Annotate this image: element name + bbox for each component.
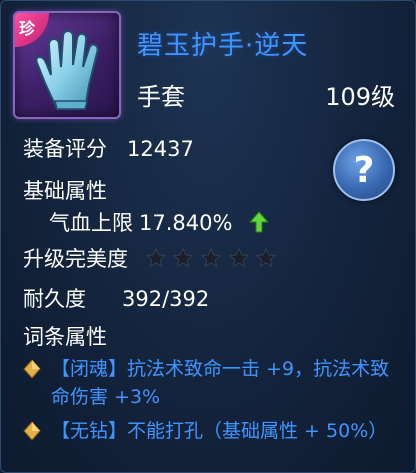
durability-row: 耐久度 392/392 (23, 283, 209, 313)
hp-row: 气血上限 17.840% (49, 207, 270, 237)
item-icon-slot[interactable]: 珍 (13, 11, 121, 119)
affix-desc: 不能打孔（基础属性 + 50%） (127, 420, 388, 442)
perfection-stars (145, 247, 277, 274)
perfection-row: 升级完美度 (23, 243, 277, 274)
glove-icon (35, 29, 99, 110)
affix-text: 【闭魂】抗法术致命一击 +9，抗法术致命伤害 +3% (23, 355, 395, 411)
score-value: 12437 (127, 137, 194, 161)
help-button[interactable]: ? (333, 139, 395, 201)
star-icon (145, 247, 166, 268)
star-icon (256, 247, 277, 268)
base-attr-label: 基础属性 (23, 179, 107, 203)
affix-tag: 【闭魂】 (51, 358, 128, 380)
affix-title-label: 词条属性 (23, 325, 107, 349)
diamond-icon (23, 421, 41, 441)
item-name: 碧玉护手·逆天 (137, 31, 309, 61)
durability-value: 392/392 (122, 287, 210, 311)
up-arrow-icon (249, 211, 270, 233)
affix-item: 【闭魂】抗法术致命一击 +9，抗法术致命伤害 +3% (23, 355, 395, 411)
score-label: 装备评分 (23, 137, 107, 161)
durability-label: 耐久度 (23, 287, 86, 311)
item-type: 手套 (137, 83, 185, 111)
item-level: 109级 (325, 83, 395, 111)
diamond-icon (23, 359, 41, 379)
item-header: 珍 碧玉护手·逆天 手套 109级 (1, 1, 416, 121)
affix-text: 【无钻】不能打孔（基础属性 + 50%） (23, 417, 395, 445)
item-tooltip: 珍 碧玉护手·逆天 手套 109级 装备评分 12437 ? 基础属性 气血上限 1… (0, 0, 416, 473)
star-icon (173, 247, 194, 268)
star-icon (200, 247, 222, 268)
hp-value: 17.840% (139, 211, 233, 235)
perfection-label: 升级完美度 (23, 247, 128, 271)
affix-item: 【无钻】不能打孔（基础属性 + 50%） (23, 417, 395, 445)
affix-tag: 【无钻】 (51, 420, 128, 442)
base-attr-title: 基础属性 (23, 175, 107, 205)
affix-title: 词条属性 (23, 321, 107, 351)
star-icon (228, 247, 250, 268)
hp-label: 气血上限 (49, 211, 133, 235)
score-row: 装备评分 12437 (23, 133, 194, 163)
